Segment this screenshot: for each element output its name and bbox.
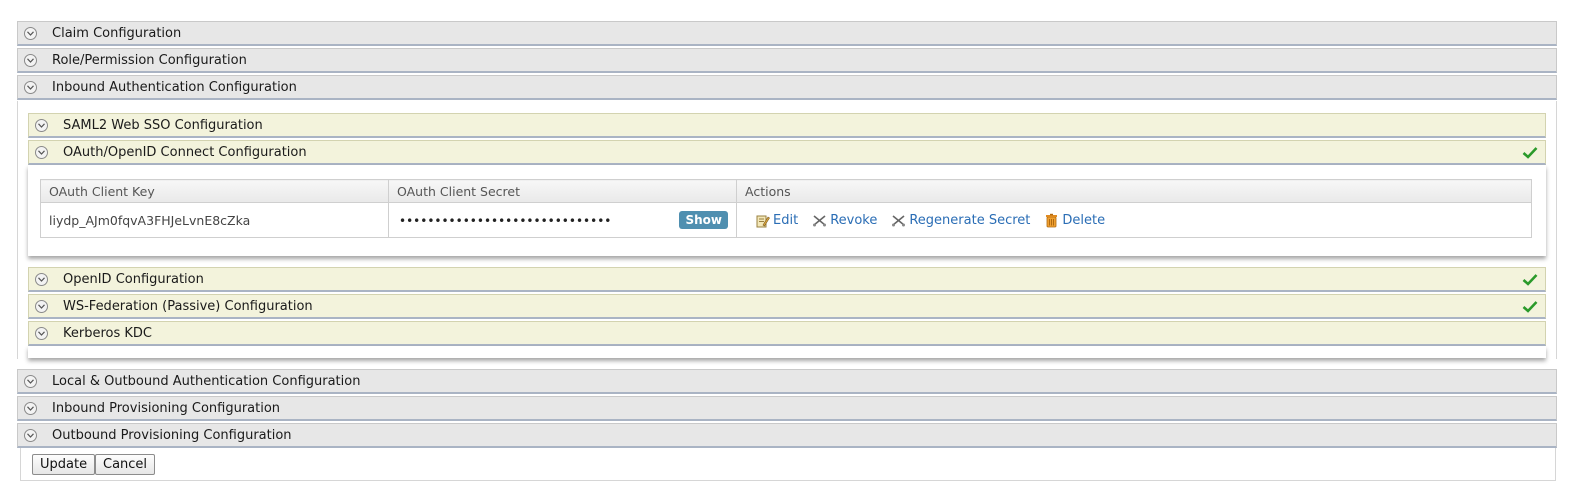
section-inbound-authentication-configuration[interactable]: Inbound Authentication Configuration <box>17 75 1557 100</box>
section-title: Role/Permission Configuration <box>52 52 247 68</box>
edit-label: Edit <box>773 212 799 228</box>
column-header: OAuth Client Secret <box>388 179 737 203</box>
section-title: Inbound Authentication Configuration <box>52 79 297 95</box>
column-header: OAuth Client Key <box>40 179 389 203</box>
delete-label: Delete <box>1062 212 1106 228</box>
subsection-title: OAuth/OpenID Connect Configuration <box>63 144 307 160</box>
chevron-down-icon[interactable] <box>35 145 48 159</box>
chevron-down-icon[interactable] <box>35 326 48 340</box>
oauth-table: OAuth Client Key OAuth Client Secret Act… <box>40 179 1532 238</box>
column-header: Actions <box>736 179 1532 203</box>
subsection-saml2-web-sso[interactable]: SAML2 Web SSO Configuration <box>28 113 1546 138</box>
subsection-title: SAML2 Web SSO Configuration <box>63 117 263 133</box>
section-title: Local & Outbound Authentication Configur… <box>52 373 361 389</box>
chevron-down-icon[interactable] <box>35 272 48 286</box>
subsection-oauth-openid-connect[interactable]: OAuth/OpenID Connect Configuration <box>28 140 1546 165</box>
delete-link[interactable]: Delete <box>1044 213 1105 228</box>
subsection-title: OpenID Configuration <box>63 271 204 287</box>
checkmark-icon <box>1522 301 1538 313</box>
checkmark-icon <box>1522 147 1538 159</box>
chevron-down-icon[interactable] <box>24 428 37 442</box>
subsection-ws-federation[interactable]: WS-Federation (Passive) Configuration <box>28 294 1546 319</box>
oauth-client-secret-masked: •••••••••••••••••••••••••••••• <box>399 213 612 228</box>
section-title: Inbound Provisioning Configuration <box>52 400 281 416</box>
edit-link[interactable]: Edit <box>755 213 798 228</box>
subsection-kerberos-kdc[interactable]: Kerberos KDC <box>28 321 1546 346</box>
section-claim-configuration[interactable]: Claim Configuration <box>17 21 1557 46</box>
chevron-down-icon[interactable] <box>24 53 37 67</box>
checkmark-icon <box>1522 274 1538 286</box>
subsection-title: WS-Federation (Passive) Configuration <box>63 298 313 314</box>
section-local-outbound-authentication[interactable]: Local & Outbound Authentication Configur… <box>17 369 1557 394</box>
table-header-row: OAuth Client Key OAuth Client Secret Act… <box>40 179 1532 203</box>
section-title: Claim Configuration <box>52 25 182 41</box>
oauth-config-panel: OAuth Client Key OAuth Client Secret Act… <box>28 165 1546 256</box>
form-buttons-bar: Update Cancel <box>20 448 1556 481</box>
revoke-link[interactable]: Revoke <box>812 213 877 228</box>
inner-panel-shadow <box>28 346 1546 358</box>
chevron-down-icon[interactable] <box>24 401 37 415</box>
section-title: Outbound Provisioning Configuration <box>52 427 292 443</box>
regenerate-icon <box>892 214 906 226</box>
oauth-client-key: liydp_AJm0fqvA3FHJeLvnE8cZka <box>40 202 389 238</box>
trash-icon <box>1046 213 1058 227</box>
show-secret-button[interactable]: Show <box>679 211 728 229</box>
subsection-openid-configuration[interactable]: OpenID Configuration <box>28 267 1546 292</box>
chevron-down-icon[interactable] <box>24 80 37 94</box>
section-role-permission-configuration[interactable]: Role/Permission Configuration <box>17 48 1557 73</box>
update-button[interactable]: Update <box>32 454 96 475</box>
chevron-down-icon[interactable] <box>24 374 37 388</box>
chevron-down-icon[interactable] <box>35 299 48 313</box>
oauth-client-secret-cell: •••••••••••••••••••••••••••••• Show <box>388 202 737 238</box>
section-inbound-provisioning[interactable]: Inbound Provisioning Configuration <box>17 396 1557 421</box>
regenerate-secret-link[interactable]: Regenerate Secret <box>891 213 1030 228</box>
revoke-label: Revoke <box>830 212 878 228</box>
cancel-button[interactable]: Cancel <box>95 454 156 475</box>
actions-cell: Edit Revoke Regenerate Secret Delete <box>736 202 1532 238</box>
edit-icon <box>756 215 770 227</box>
chevron-down-icon[interactable] <box>35 118 48 132</box>
table-row: liydp_AJm0fqvA3FHJeLvnE8cZka •••••••••••… <box>40 202 1532 238</box>
chevron-down-icon[interactable] <box>24 26 37 40</box>
section-outbound-provisioning[interactable]: Outbound Provisioning Configuration <box>17 423 1557 448</box>
regenerate-secret-label: Regenerate Secret <box>909 212 1031 228</box>
subsection-title: Kerberos KDC <box>63 325 153 341</box>
revoke-icon <box>813 214 827 226</box>
